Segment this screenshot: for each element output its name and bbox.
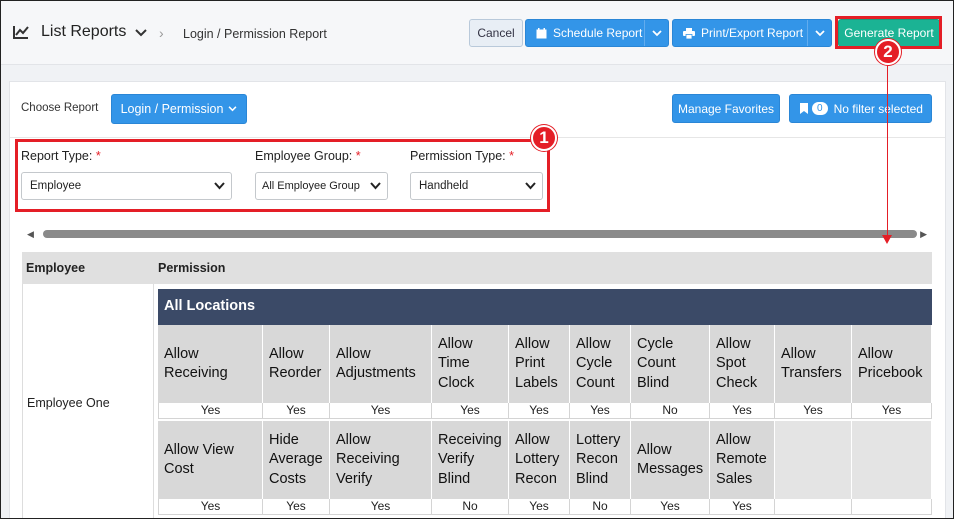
permission-value: Yes bbox=[710, 403, 775, 419]
permission-label: Allow Transfers bbox=[775, 325, 852, 403]
permission-label: Receiving Verify Blind bbox=[432, 421, 509, 499]
bookmark-icon bbox=[800, 103, 808, 114]
chevron-down-icon bbox=[651, 29, 662, 36]
manage-favorites-button[interactable]: Manage Favorites bbox=[672, 94, 780, 123]
printer-icon bbox=[683, 27, 695, 39]
choose-report-dropdown[interactable]: Login / Permission bbox=[111, 94, 247, 124]
filter-count-badge: 0 bbox=[812, 102, 828, 115]
permission-label: Allow Receiving bbox=[158, 325, 263, 403]
permission-value: No bbox=[432, 499, 509, 515]
permission-value: Yes bbox=[631, 499, 710, 515]
chevron-down-icon bbox=[814, 29, 825, 36]
permission-label: Allow View Cost bbox=[158, 421, 263, 499]
chevron-down-icon[interactable] bbox=[135, 28, 147, 38]
permission-value: Yes bbox=[263, 403, 330, 419]
app-window: List Reports › Login / Permission Report… bbox=[0, 0, 954, 519]
permission-value: Yes bbox=[158, 403, 263, 419]
permission-label: Allow Time Clock bbox=[432, 325, 509, 403]
permission-label-row: Allow Receiving Allow Reorder Allow Adjust… bbox=[158, 325, 932, 403]
horizontal-scrollbar[interactable]: ◀ ▶ bbox=[23, 227, 931, 241]
choose-report-value: Login / Permission bbox=[120, 102, 224, 116]
schedule-report-button[interactable]: Schedule Report bbox=[525, 19, 669, 47]
permission-label bbox=[775, 421, 852, 499]
cancel-button[interactable]: Cancel bbox=[469, 19, 523, 47]
choose-report-label: Choose Report bbox=[21, 102, 99, 114]
permission-value: Yes bbox=[263, 499, 330, 515]
annotation-badge-1: 1 bbox=[531, 125, 557, 151]
location-header: All Locations bbox=[158, 289, 932, 325]
page-title[interactable]: List Reports bbox=[41, 23, 126, 41]
permission-label: Hide Average Costs bbox=[263, 421, 330, 499]
permission-label: Lottery Recon Blind bbox=[570, 421, 631, 499]
annotation-badge-2: 2 bbox=[875, 39, 901, 65]
permission-grid: Allow Receiving Allow Reorder Allow Adjust… bbox=[158, 325, 932, 515]
print-export-button[interactable]: Print/Export Report bbox=[672, 19, 832, 47]
print-export-label: Print/Export Report bbox=[701, 26, 804, 40]
permission-value: Yes bbox=[710, 499, 775, 515]
divider bbox=[10, 137, 945, 138]
permission-value: Yes bbox=[509, 403, 570, 419]
calendar-icon bbox=[536, 27, 547, 38]
permission-value: No bbox=[631, 403, 710, 419]
schedule-report-label: Schedule Report bbox=[553, 26, 643, 40]
breadcrumb: Login / Permission Report bbox=[183, 27, 327, 41]
column-header-permission: Permission bbox=[158, 261, 226, 275]
permission-label: Allow Remote Sales bbox=[710, 421, 775, 499]
permission-label: Allow Pricebook bbox=[852, 325, 932, 403]
permission-value: Yes bbox=[775, 403, 852, 419]
permission-label: Cycle Count Blind bbox=[631, 325, 710, 403]
filters-highlight bbox=[15, 139, 550, 212]
permission-label: Allow Messages bbox=[631, 421, 710, 499]
permission-value: Yes bbox=[330, 499, 432, 515]
permission-label bbox=[852, 421, 932, 499]
scroll-right-icon[interactable]: ▶ bbox=[920, 229, 927, 240]
permission-label: Allow Reorder bbox=[263, 325, 330, 403]
permission-value bbox=[852, 499, 932, 515]
permission-label-row: Allow View Cost Hide Average Costs Allow R… bbox=[158, 421, 932, 499]
print-dropdown-toggle[interactable] bbox=[807, 20, 831, 46]
scroll-thumb[interactable] bbox=[43, 230, 917, 238]
filter-button[interactable]: 0 No filter selected bbox=[789, 94, 932, 123]
permission-value: Yes bbox=[509, 499, 570, 515]
chevron-down-icon bbox=[228, 106, 237, 112]
permission-value-row: Yes Yes Yes No Yes No Yes Yes bbox=[158, 499, 932, 515]
permission-value: Yes bbox=[852, 403, 932, 419]
table-header: Employee Permission bbox=[22, 252, 932, 284]
permission-value: Yes bbox=[330, 403, 432, 419]
permission-label: Allow Cycle Count bbox=[570, 325, 631, 403]
scroll-left-icon[interactable]: ◀ bbox=[27, 229, 34, 240]
permission-value: No bbox=[570, 499, 631, 515]
permission-label: Allow Print Labels bbox=[509, 325, 570, 403]
permission-value bbox=[775, 499, 852, 515]
breadcrumb-separator-icon: › bbox=[159, 25, 164, 41]
permission-label: Allow Spot Check bbox=[710, 325, 775, 403]
schedule-dropdown-toggle[interactable] bbox=[644, 20, 668, 46]
annotation-arrow bbox=[887, 61, 888, 237]
filter-label: No filter selected bbox=[833, 101, 923, 116]
annotation-arrowhead bbox=[882, 235, 892, 244]
line-chart-icon bbox=[13, 26, 29, 39]
permission-value-row: Yes Yes Yes Yes Yes Yes No Yes Yes Yes bbox=[158, 403, 932, 419]
column-header-employee: Employee bbox=[26, 261, 86, 275]
permission-value: Yes bbox=[570, 403, 631, 419]
permission-label: Allow Adjustments bbox=[330, 325, 432, 403]
permission-value: Yes bbox=[158, 499, 263, 515]
permission-value: Yes bbox=[432, 403, 509, 419]
permission-label: Allow Receiving Verify bbox=[330, 421, 432, 499]
employee-name: Employee One bbox=[27, 396, 110, 410]
permission-label: Allow Lottery Recon bbox=[509, 421, 570, 499]
